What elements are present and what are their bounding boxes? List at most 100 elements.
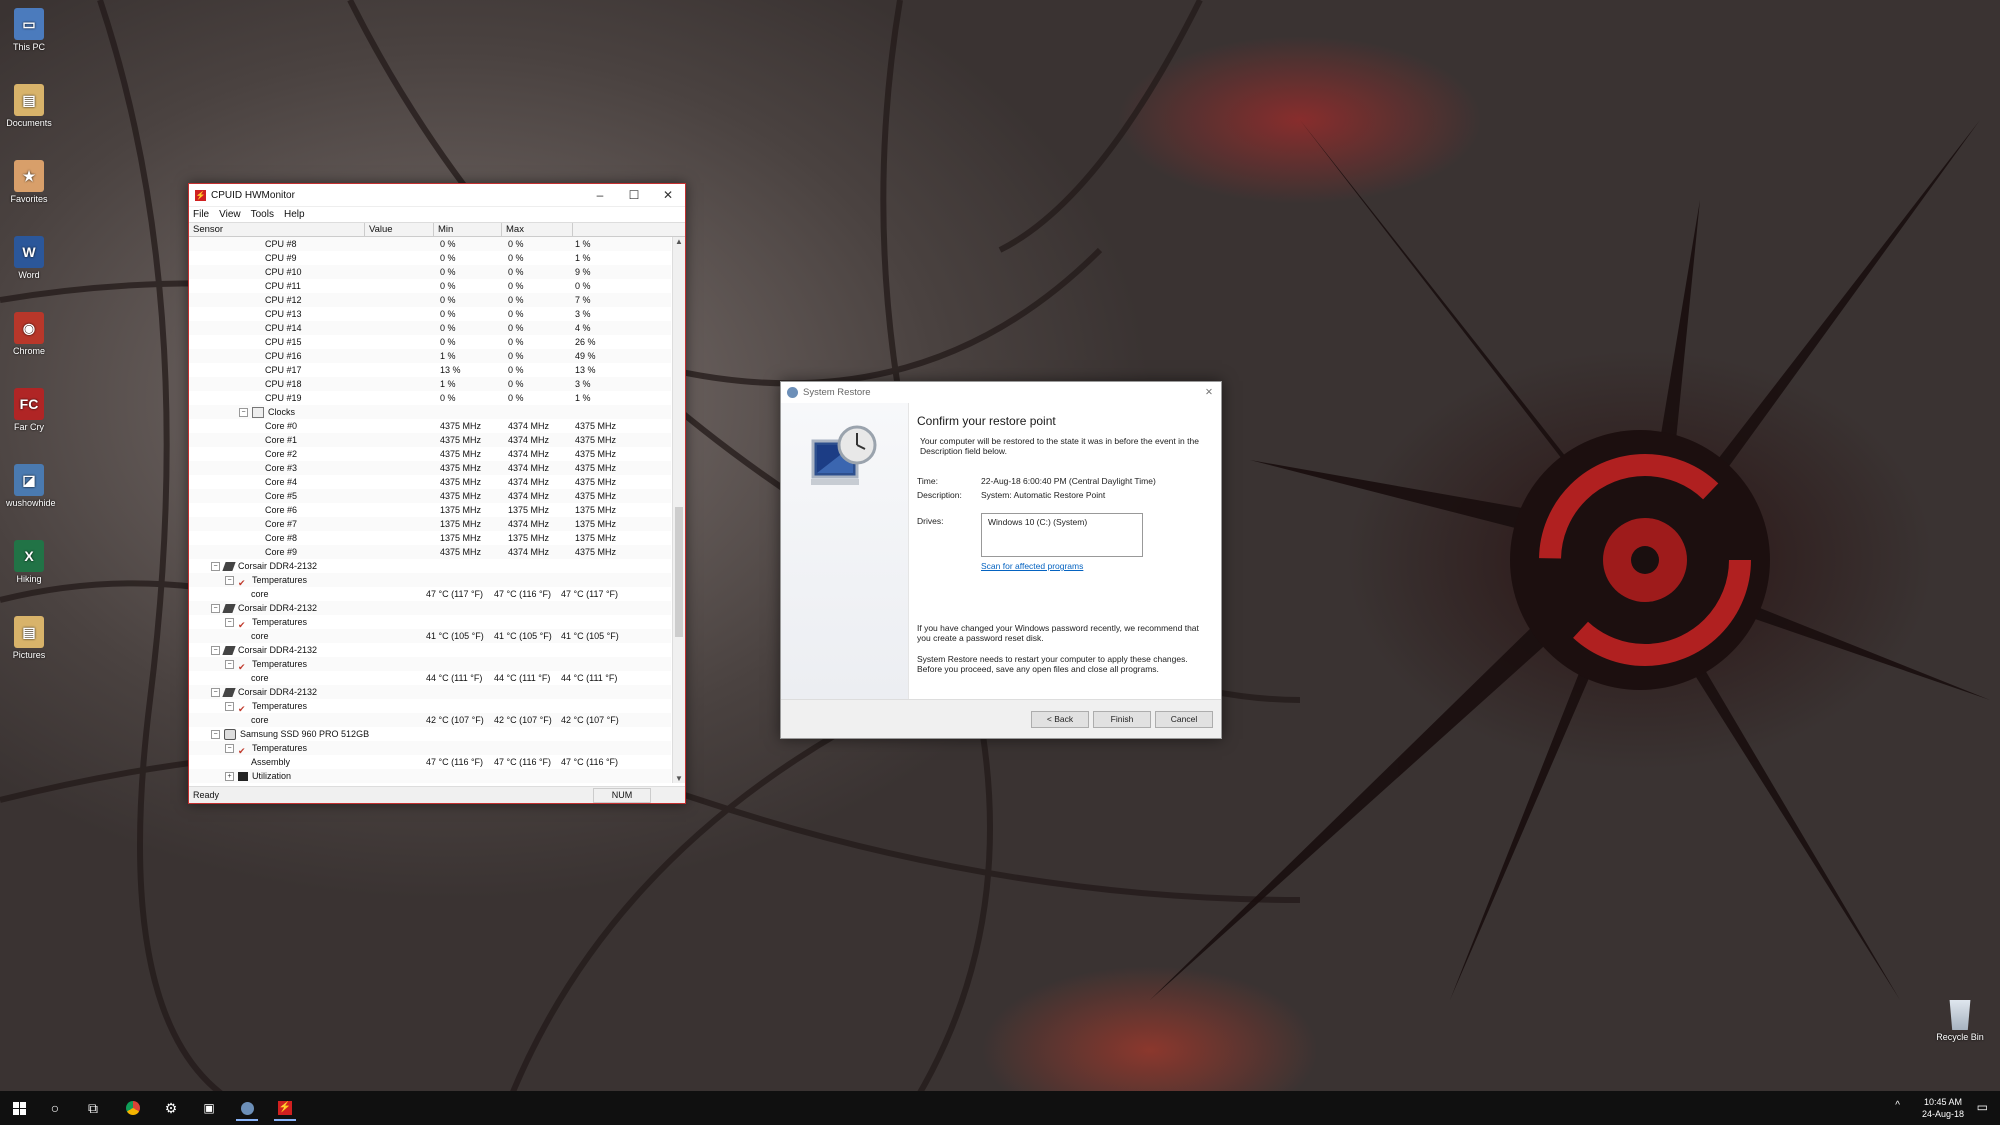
collapse-icon[interactable]: − — [225, 744, 234, 754]
desktop-icon[interactable]: ▤ Documents — [6, 84, 52, 128]
scroll-down-arrow-icon[interactable]: ▼ — [673, 774, 685, 783]
taskbar-app[interactable]: ▣ — [198, 1097, 220, 1119]
column-header-max[interactable]: Max — [502, 223, 573, 236]
menu-tools[interactable]: Tools — [251, 209, 274, 220]
sensor-row[interactable]: CPU #14 0 % 0 % 4 % — [189, 321, 671, 335]
sensor-row[interactable]: core 42 °C (107 °F) 42 °C (107 °F) 42 °C (1… — [189, 713, 671, 727]
system-restore-taskbar-icon — [240, 1101, 254, 1115]
system-restore-dialog[interactable]: System Restore ✕ Confirm your restore po… — [780, 381, 1222, 739]
sensor-row[interactable]: Core #6 1375 MHz 1375 MHz 1375 MHz — [189, 503, 671, 517]
sensor-row[interactable]: − Corsair DDR4-2132 — [189, 685, 671, 699]
start-button[interactable] — [8, 1097, 30, 1119]
sensor-row[interactable]: − Corsair DDR4-2132 — [189, 643, 671, 657]
collapse-icon[interactable]: − — [225, 702, 234, 712]
sensor-row[interactable]: CPU #16 1 % 0 % 49 % — [189, 349, 671, 363]
sensor-row[interactable]: − ✔ Temperatures — [189, 573, 671, 588]
sensor-row[interactable]: − Clocks — [189, 405, 671, 419]
close-button[interactable]: ✕ — [651, 188, 685, 202]
show-hidden-icons-chevron-icon[interactable]: ^ — [1895, 1100, 1900, 1111]
taskbar-system-restore[interactable] — [236, 1097, 258, 1121]
scroll-up-arrow-icon[interactable]: ▲ — [673, 237, 685, 246]
sensor-row[interactable]: + Utilization — [189, 769, 671, 783]
desktop-icon[interactable]: ◪ wushowhide — [6, 464, 56, 508]
system-restore-titlebar[interactable]: System Restore ✕ — [781, 382, 1221, 403]
desktop-icon[interactable]: ◉ Chrome — [6, 312, 52, 356]
sensor-row[interactable]: − ✔ Temperatures — [189, 615, 671, 630]
collapse-icon[interactable]: − — [211, 646, 220, 656]
sensor-row[interactable]: CPU #19 0 % 0 % 1 % — [189, 391, 671, 405]
back-button[interactable]: < Back — [1031, 711, 1089, 728]
sensor-row[interactable]: − Corsair DDR4-2132 — [189, 601, 671, 615]
sensor-row[interactable]: core 47 °C (117 °F) 47 °C (116 °F) 47 °C (1… — [189, 587, 671, 601]
cancel-button[interactable]: Cancel — [1155, 711, 1213, 728]
taskbar-settings[interactable]: ⚙ — [160, 1097, 182, 1119]
sensor-row[interactable]: Assembly 47 °C (116 °F) 47 °C (116 °F) 47 °… — [189, 755, 671, 769]
sensor-row[interactable]: Core #8 1375 MHz 1375 MHz 1375 MHz — [189, 531, 671, 545]
hwmonitor-titlebar[interactable]: ⚡ CPUID HWMonitor – ☐ ✕ — [189, 184, 685, 207]
sensor-row[interactable]: Core #0 4375 MHz 4374 MHz 4375 MHz — [189, 419, 671, 433]
sensor-row[interactable]: CPU #8 0 % 0 % 1 % — [189, 237, 671, 251]
sensor-row[interactable]: Core #4 4375 MHz 4374 MHz 4375 MHz — [189, 475, 671, 489]
sensor-row[interactable]: − Corsair DDR4-2132 — [189, 559, 671, 573]
desktop-icon[interactable]: W Word — [6, 236, 52, 280]
task-view-button[interactable]: ⧉ — [82, 1097, 104, 1119]
sensor-row[interactable]: core 44 °C (111 °F) 44 °C (111 °F) 44 °C (1… — [189, 671, 671, 685]
scan-affected-programs-link[interactable]: Scan for affected programs — [917, 561, 1207, 571]
sensor-row[interactable]: − ✔ Temperatures — [189, 741, 671, 756]
expand-icon[interactable]: + — [225, 772, 234, 782]
maximize-button[interactable]: ☐ — [617, 188, 651, 202]
desktop-icon[interactable]: FC Far Cry — [6, 388, 52, 432]
sensor-row[interactable]: CPU #15 0 % 0 % 26 % — [189, 335, 671, 349]
column-header-value[interactable]: Value — [365, 223, 434, 236]
column-header-min[interactable]: Min — [434, 223, 502, 236]
desktop-icon[interactable]: ▤ Pictures — [6, 616, 52, 660]
system-clock[interactable]: 10:45 AM 24-Aug-18 — [1922, 1096, 1964, 1120]
collapse-icon[interactable]: − — [211, 730, 220, 740]
sensor-row[interactable]: CPU #9 0 % 0 % 1 % — [189, 251, 671, 265]
dialog-close-button[interactable]: ✕ — [1197, 387, 1221, 398]
sensor-row[interactable]: core 41 °C (105 °F) 41 °C (105 °F) 41 °C (1… — [189, 629, 671, 643]
sensor-tree[interactable]: CPU #8 0 % 0 % 1 % CPU #9 0 % 0 % 1 % CPU #10 0 %… — [189, 237, 671, 783]
sensor-row[interactable]: CPU #11 0 % 0 % 0 % — [189, 279, 671, 293]
menu-view[interactable]: View — [219, 209, 241, 220]
finish-button[interactable]: Finish — [1093, 711, 1151, 728]
collapse-icon[interactable]: − — [211, 688, 220, 698]
desktop-icon[interactable]: ▭ This PC — [6, 8, 52, 52]
scrollbar-thumb[interactable] — [675, 507, 683, 637]
minimize-button[interactable]: – — [583, 188, 617, 202]
sensor-row[interactable]: − Samsung SSD 960 PRO 512GB — [189, 727, 671, 741]
menu-file[interactable]: File — [193, 209, 209, 220]
taskbar-hwmonitor[interactable]: ⚡ — [274, 1097, 296, 1121]
cortana-search-button[interactable]: ○ — [44, 1097, 66, 1119]
action-center-icon[interactable]: ▭ — [1977, 1100, 1988, 1114]
desktop-icon[interactable]: X Hiking — [6, 540, 52, 584]
sensor-row[interactable]: − ✔ Temperatures — [189, 657, 671, 672]
hwmonitor-window[interactable]: ⚡ CPUID HWMonitor – ☐ ✕ File View Tools … — [188, 183, 686, 804]
sensor-row[interactable]: Core #3 4375 MHz 4374 MHz 4375 MHz — [189, 461, 671, 475]
sensor-row[interactable]: Core #7 1375 MHz 4374 MHz 1375 MHz — [189, 517, 671, 531]
sensor-row[interactable]: Core #9 4375 MHz 4374 MHz 4375 MHz — [189, 545, 671, 559]
drives-list[interactable]: Windows 10 (C:) (System) — [981, 513, 1143, 557]
collapse-icon[interactable]: − — [239, 408, 248, 418]
sensor-row[interactable]: Core #5 4375 MHz 4374 MHz 4375 MHz — [189, 489, 671, 503]
collapse-icon[interactable]: − — [211, 604, 220, 614]
sensor-row[interactable]: − ✔ Temperatures — [189, 699, 671, 714]
collapse-icon[interactable]: − — [211, 562, 220, 572]
collapse-icon[interactable]: − — [225, 576, 234, 586]
sensor-row[interactable]: CPU #10 0 % 0 % 9 % — [189, 265, 671, 279]
taskbar-chrome[interactable] — [122, 1097, 144, 1119]
sensor-row[interactable]: CPU #17 13 % 0 % 13 % — [189, 363, 671, 377]
menu-help[interactable]: Help — [284, 209, 305, 220]
sensor-row[interactable]: CPU #18 1 % 0 % 3 % — [189, 377, 671, 391]
recycle-bin[interactable]: Recycle Bin — [1930, 1000, 1990, 1042]
vertical-scrollbar[interactable]: ▲ ▼ — [672, 237, 685, 783]
column-header-sensor[interactable]: Sensor — [189, 223, 365, 236]
drive-item[interactable]: Windows 10 (C:) (System) — [988, 517, 1087, 527]
desktop-icon[interactable]: ★ Favorites — [6, 160, 52, 204]
sensor-row[interactable]: CPU #13 0 % 0 % 3 % — [189, 307, 671, 321]
sensor-row[interactable]: Core #1 4375 MHz 4374 MHz 4375 MHz — [189, 433, 671, 447]
collapse-icon[interactable]: − — [225, 660, 234, 670]
sensor-row[interactable]: CPU #12 0 % 0 % 7 % — [189, 293, 671, 307]
sensor-row[interactable]: Core #2 4375 MHz 4374 MHz 4375 MHz — [189, 447, 671, 461]
collapse-icon[interactable]: − — [225, 618, 234, 628]
